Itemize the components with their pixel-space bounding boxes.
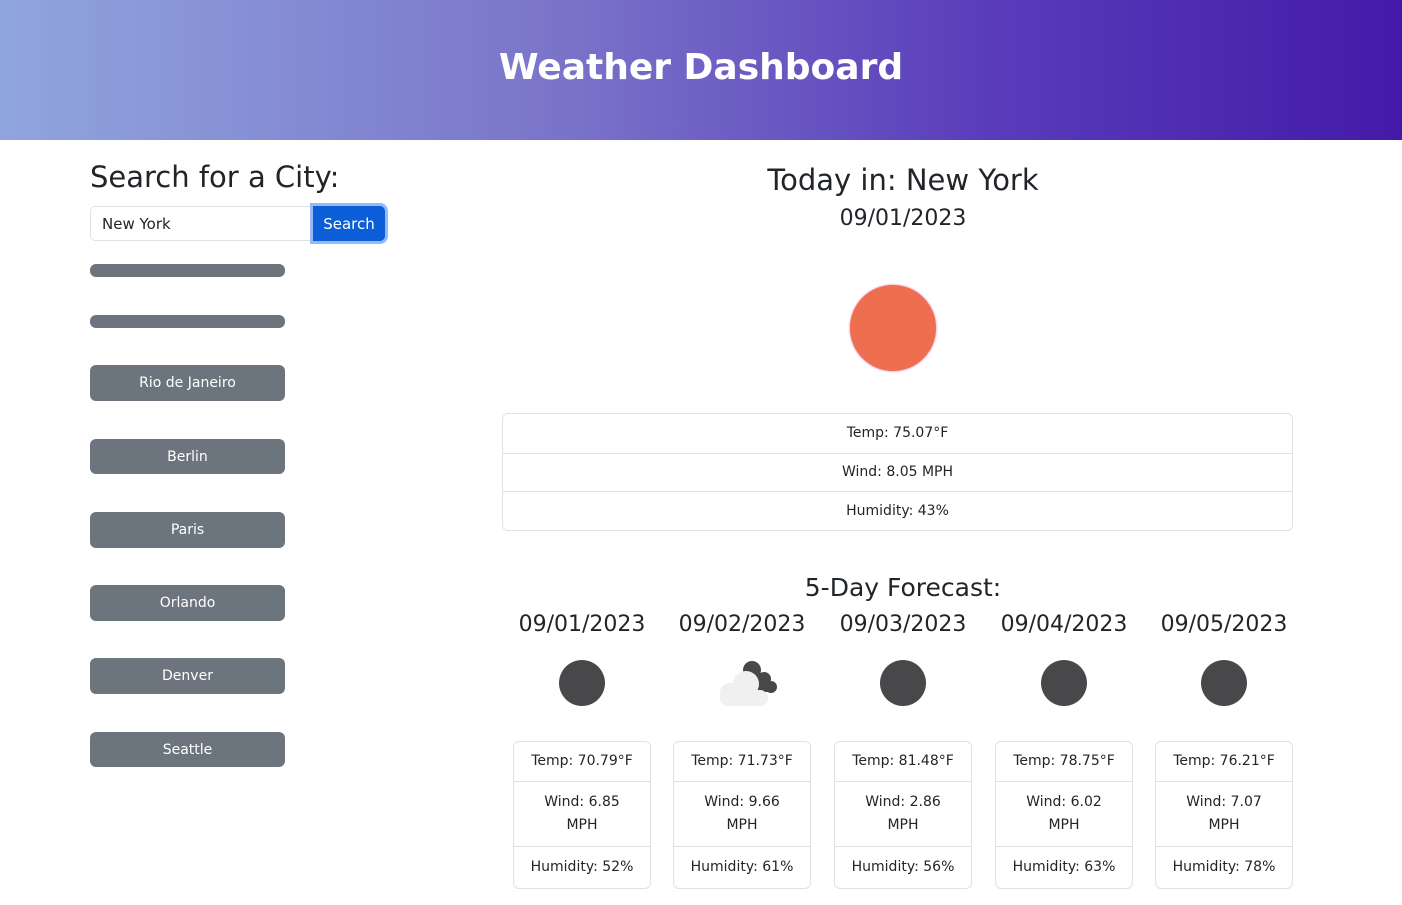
- history-button-denver[interactable]: Denver: [90, 658, 285, 694]
- history-button-berlin[interactable]: Berlin: [90, 439, 285, 474]
- forecast-temp: Temp: 76.21°F: [1173, 753, 1275, 769]
- moon-icon: [880, 660, 926, 706]
- forecast-card: Temp: 70.79°F Wind: 6.85 MPH Humidity: 52…: [513, 741, 651, 889]
- forecast-humidity: Humidity: 56%: [835, 846, 971, 888]
- forecast-temp: Temp: 81.48°F: [852, 753, 954, 769]
- wind-unit: MPH: [566, 817, 598, 833]
- history-button-paris[interactable]: Paris: [90, 512, 285, 548]
- history-button-seattle[interactable]: Seattle: [90, 732, 285, 767]
- forecast-card: Temp: 76.21°F Wind: 7.07 MPH Humidity: 78…: [1155, 741, 1293, 889]
- forecast-card: Temp: 81.48°F Wind: 2.86 MPH Humidity: 56…: [834, 741, 972, 889]
- today-humidity: Humidity: 43%: [503, 491, 1292, 530]
- forecast-day: 09/04/2023 Temp: 78.75°F Wind: 6.02 MPH H…: [984, 612, 1144, 889]
- forecast-humidity: Humidity: 61%: [674, 846, 810, 888]
- wind-value: Wind: 6.85: [544, 794, 620, 810]
- forecast-humidity: Humidity: 52%: [514, 846, 650, 888]
- forecast-wind: Wind: 6.85 MPH: [514, 781, 650, 846]
- today-date: 09/01/2023: [839, 206, 967, 231]
- forecast-wind: Wind: 2.86 MPH: [835, 781, 971, 846]
- city-search-input[interactable]: [90, 206, 310, 241]
- forecast-date: 09/03/2023: [839, 612, 967, 637]
- moon-icon: [559, 660, 605, 706]
- forecast-date: 09/05/2023: [1160, 612, 1288, 637]
- wind-unit: MPH: [726, 817, 758, 833]
- wind-value: Wind: 7.07: [1186, 794, 1262, 810]
- moon-icon: [1041, 660, 1087, 706]
- forecast-day: 09/02/2023 Temp: 71.73°F Wind: 9.66 MPH H…: [662, 612, 822, 889]
- history-button-empty[interactable]: [90, 264, 285, 277]
- sun-icon: [850, 285, 936, 371]
- forecast-day: 09/03/2023 Temp: 81.48°F Wind: 2.86 MPH H…: [823, 612, 983, 889]
- wind-value: Wind: 9.66: [704, 794, 780, 810]
- forecast-heading: 5-Day Forecast:: [804, 573, 1002, 602]
- forecast-day: 09/01/2023 Temp: 70.79°F Wind: 6.85 MPH H…: [502, 612, 662, 889]
- page-header: Weather Dashboard: [0, 0, 1402, 140]
- today-title: Today in: New York: [767, 163, 1039, 197]
- forecast-wind: Wind: 6.02 MPH: [996, 781, 1132, 846]
- forecast-temp: Temp: 71.73°F: [691, 753, 793, 769]
- page-title: Weather Dashboard: [498, 46, 904, 88]
- wind-unit: MPH: [1208, 817, 1240, 833]
- moon-icon: [1201, 660, 1247, 706]
- forecast-wind: Wind: 9.66 MPH: [674, 781, 810, 846]
- search-panel: Search for a City: Search: [90, 160, 390, 241]
- forecast-temp: Temp: 78.75°F: [1013, 753, 1115, 769]
- forecast-date: 09/04/2023: [1000, 612, 1128, 637]
- history-button-rio-de-janeiro[interactable]: Rio de Janeiro: [90, 365, 285, 401]
- forecast-wind: Wind: 7.07 MPH: [1156, 781, 1292, 846]
- today-wind: Wind: 8.05 MPH: [503, 452, 1292, 492]
- search-button[interactable]: Search: [313, 206, 385, 241]
- cloud-night-icon: [720, 661, 777, 706]
- forecast-card: Temp: 71.73°F Wind: 9.66 MPH Humidity: 61…: [673, 741, 811, 889]
- wind-value: Wind: 2.86: [865, 794, 941, 810]
- forecast-humidity: Humidity: 78%: [1156, 846, 1292, 888]
- wind-value: Wind: 6.02: [1026, 794, 1102, 810]
- forecast-date: 09/02/2023: [678, 612, 806, 637]
- forecast-card: Temp: 78.75°F Wind: 6.02 MPH Humidity: 63…: [995, 741, 1133, 889]
- forecast-humidity: Humidity: 63%: [996, 846, 1132, 888]
- history-button-empty[interactable]: [90, 315, 285, 328]
- today-details: Temp: 75.07°F Wind: 8.05 MPH Humidity: 4…: [502, 413, 1293, 531]
- wind-unit: MPH: [1048, 817, 1080, 833]
- forecast-day: 09/05/2023 Temp: 76.21°F Wind: 7.07 MPH H…: [1144, 612, 1304, 889]
- search-heading: Search for a City:: [90, 160, 340, 194]
- history-button-orlando[interactable]: Orlando: [90, 585, 285, 621]
- wind-unit: MPH: [887, 817, 919, 833]
- forecast-temp: Temp: 70.79°F: [531, 753, 633, 769]
- forecast-date: 09/01/2023: [518, 612, 646, 637]
- today-temp: Temp: 75.07°F: [846, 425, 949, 442]
